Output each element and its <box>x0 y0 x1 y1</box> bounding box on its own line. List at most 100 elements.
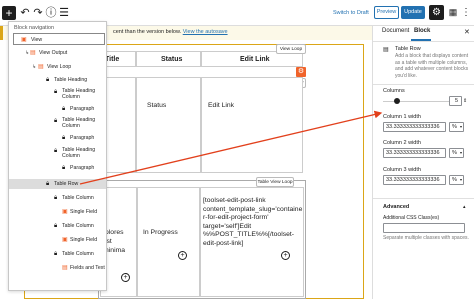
row1-status-cell[interactable]: Status <box>136 77 201 173</box>
block-nav-label: View Output <box>39 50 68 56</box>
view-output-icon: ▤ <box>30 50 36 56</box>
block-nav-label: View Loop <box>47 64 72 70</box>
column1-unit-select[interactable]: % ▾ <box>449 122 464 132</box>
column3-unit-select[interactable]: % ▾ <box>449 175 464 185</box>
block-nav-item-table-heading-column[interactable]: 🔒︎ Table Heading Column <box>9 87 106 103</box>
block-nav-item-view-loop[interactable]: ↳ ▤ View Loop <box>9 62 106 72</box>
header-cell-status[interactable]: Status <box>136 51 201 67</box>
chevron-down-icon: ▾ <box>459 124 462 129</box>
add-block-icon[interactable]: + <box>121 273 130 282</box>
preview-button[interactable]: Preview <box>374 6 399 19</box>
column2-unit-select[interactable]: % ▾ <box>449 148 464 158</box>
block-nav-item-paragraph[interactable]: 🔒︎ Paragraph <box>9 163 106 173</box>
lock-icon: 🔒︎ <box>54 223 58 229</box>
stepper-icon[interactable]: ⇕ <box>463 98 467 104</box>
block-navigation-panel: Block navigation ▣ View ↳ ▤ View Output … <box>8 21 107 291</box>
table-view-loop-label[interactable]: Table View Loop <box>256 177 294 187</box>
view-icon: ▣ <box>21 37 27 43</box>
block-nav-item-table-row[interactable]: 🔒︎ Table Row <box>9 179 106 189</box>
tab-block[interactable]: Block <box>414 28 430 34</box>
close-icon[interactable]: ✕ <box>464 28 470 36</box>
redo-icon[interactable]: ↷ <box>31 6 45 20</box>
chevron-down-icon: ▾ <box>459 150 462 155</box>
columns-input[interactable]: 5 <box>449 96 462 106</box>
block-name: Table Row <box>395 46 421 52</box>
add-block-icon[interactable]: + <box>281 251 290 260</box>
divider <box>373 198 474 199</box>
block-nav-item-table-heading-column[interactable]: 🔒︎ Table Heading Column <box>9 116 106 132</box>
info-icon[interactable]: ⓘ <box>44 6 58 20</box>
block-nav-item-table-heading-column[interactable]: 🔒︎ Table Heading Column <box>9 146 106 162</box>
nest-arrow-icon: ↳ <box>32 64 37 70</box>
columns-slider-thumb[interactable] <box>394 98 400 104</box>
block-nav-item-single-field[interactable]: ▣ Single Field <box>9 235 106 245</box>
block-type-icon: ▤ <box>383 47 389 53</box>
lock-icon: 🔒︎ <box>46 181 50 187</box>
row1-edit-cell[interactable]: Edit Link <box>201 77 303 173</box>
divider <box>373 41 474 42</box>
settings-sidebar: Document Block ✕ ▤ Table Row Add a block… <box>372 26 474 299</box>
chevron-up-icon[interactable]: ▴ <box>463 204 466 210</box>
lock-icon: 🔒︎ <box>62 106 66 112</box>
more-icon[interactable]: ⋮ <box>461 6 471 19</box>
lock-icon: 🔒︎ <box>62 165 66 171</box>
list-view-icon[interactable]: ☰ <box>57 6 71 20</box>
lock-icon: 🔒︎ <box>46 77 50 83</box>
row2-status-text: In Progress <box>143 229 178 236</box>
lock-icon: 🔒︎ <box>54 195 58 201</box>
block-nav-label: Paragraph <box>70 135 95 141</box>
block-nav-item-paragraph[interactable]: 🔒︎ Paragraph <box>9 133 106 143</box>
view-loop-label[interactable]: View Loop <box>276 44 306 54</box>
column3-width-label: Column 3 width <box>383 167 421 173</box>
block-nav-label: View <box>31 37 43 43</box>
block-nav-item-view[interactable]: ▣ View <box>9 35 106 45</box>
block-nav-item-fields-and-text[interactable]: ▤ Fields and Text <box>9 263 106 273</box>
calendar-icon[interactable]: ▦ <box>447 6 459 19</box>
fields-text-icon: ▤ <box>62 265 68 271</box>
lock-icon: 🔒︎ <box>54 118 58 124</box>
add-icon[interactable]: + <box>2 6 16 20</box>
block-nav-label: Table Heading Column <box>62 88 96 100</box>
unit-value: % <box>452 150 457 156</box>
header-status-text: Status <box>161 56 183 63</box>
switch-to-draft-button[interactable]: Switch to Draft <box>333 10 369 16</box>
block-nav-item-table-column[interactable]: 🔒︎ Table Column <box>9 249 106 259</box>
chevron-down-icon: ▾ <box>459 177 462 182</box>
block-nav-label: Single Field <box>70 209 98 215</box>
notice-text: cent than the version below. View the au… <box>113 29 228 35</box>
block-nav-label: Table Row <box>54 181 79 187</box>
block-nav-item-single-field[interactable]: ▣ Single Field <box>9 207 106 217</box>
divider <box>373 84 474 85</box>
column2-width-input[interactable]: 33.333333333333336 <box>383 148 446 158</box>
row1-edit-text: Edit Link <box>208 102 235 109</box>
row2-status-cell[interactable]: In Progress + <box>137 187 200 297</box>
block-nav-item-view-output[interactable]: ↳ ▤ View Output <box>9 48 106 58</box>
row2-edit-shortcode: [toolset-edit-post-link content_template… <box>203 197 303 247</box>
gear-icon[interactable]: ⚙ <box>429 5 444 20</box>
block-settings-icon[interactable]: ⚙ <box>296 67 306 77</box>
undo-icon[interactable]: ↶ <box>18 6 32 20</box>
block-nav-item-table-column[interactable]: 🔒︎ Table Column <box>9 221 106 231</box>
update-button[interactable]: Update <box>401 6 425 19</box>
block-nav-label: Table Heading Column <box>62 147 96 159</box>
column1-width-input[interactable]: 33.333333333333336 <box>383 122 446 132</box>
block-nav-item-paragraph[interactable]: 🔒︎ Paragraph <box>9 104 106 114</box>
css-class-input[interactable] <box>383 223 465 233</box>
notice-message: cent than the version below. <box>113 29 182 35</box>
tab-document[interactable]: Document <box>382 28 409 34</box>
block-nav-label: Fields and Text <box>70 265 105 271</box>
loop-icon: ▤ <box>38 64 44 70</box>
columns-label: Columns <box>383 88 405 94</box>
view-autosave-link[interactable]: View the autosave <box>183 29 228 35</box>
block-nav-label: Table Heading <box>54 77 88 83</box>
add-block-icon[interactable]: + <box>178 251 187 260</box>
block-navigation-title: Block navigation <box>14 25 55 31</box>
block-nav-label: Table Column <box>62 223 94 229</box>
lock-icon: 🔒︎ <box>54 89 58 95</box>
advanced-section-toggle[interactable]: Advanced <box>383 204 409 210</box>
column3-width-input[interactable]: 33.333333333333336 <box>383 175 446 185</box>
row2-edit-cell[interactable]: [toolset-edit-post-link content_template… <box>200 187 304 297</box>
block-nav-item-table-heading[interactable]: 🔒︎ Table Heading <box>9 75 106 85</box>
css-class-label: Additional CSS Class(es) <box>383 215 440 221</box>
block-nav-item-table-column[interactable]: 🔒︎ Table Column <box>9 193 106 203</box>
